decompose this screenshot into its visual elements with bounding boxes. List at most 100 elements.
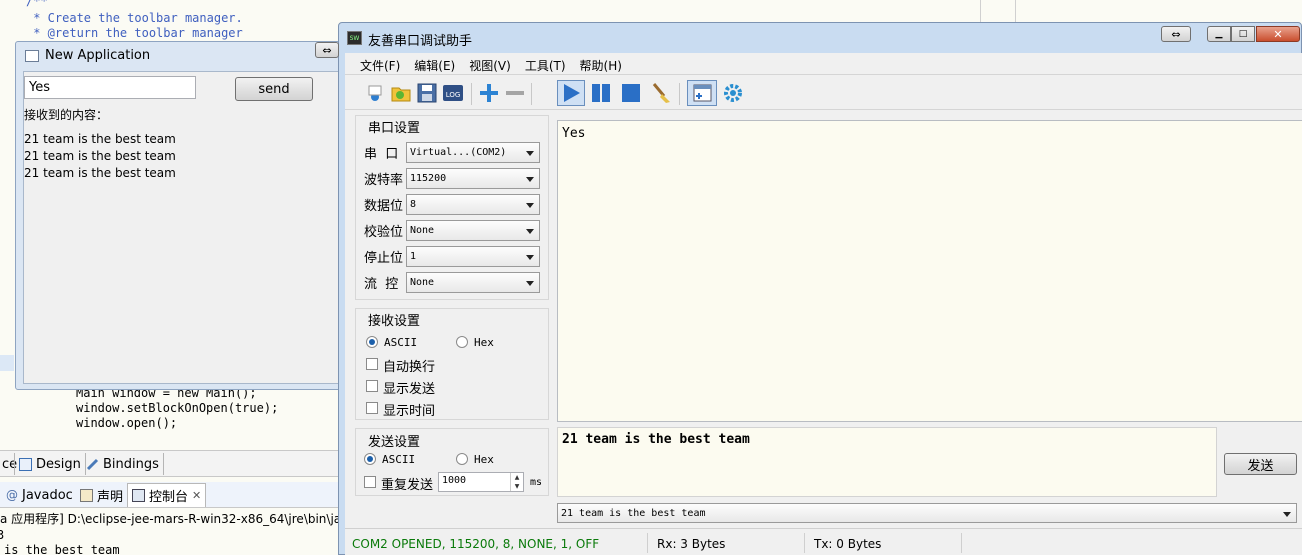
app-icon: SW [347, 31, 362, 45]
divider [1015, 0, 1016, 22]
send-history-select[interactable]: 21 team is the best team [557, 503, 1297, 523]
send-button[interactable]: 发送 [1224, 453, 1297, 475]
menu-edit[interactable]: 编辑(E) [407, 57, 462, 74]
declaration-icon [80, 488, 93, 502]
parity-select[interactable]: None [406, 220, 540, 241]
play-icon[interactable] [557, 80, 585, 106]
tab-console[interactable]: 控制台 ✕ [127, 483, 207, 507]
divider [531, 83, 532, 105]
minimize-icon: ▁ [1215, 29, 1223, 39]
message-input[interactable]: Yes [24, 76, 196, 99]
tx-count: Tx: 0 Bytes [814, 537, 882, 551]
settings-gear-icon[interactable] [721, 81, 745, 105]
group-title: 接收设置 [366, 310, 423, 329]
recv-hex-radio[interactable] [456, 336, 468, 348]
data-bits-label: 数据位 [364, 199, 404, 214]
pause-icon[interactable] [589, 81, 613, 105]
divider [345, 74, 1302, 75]
divider [961, 533, 962, 553]
design-icon [19, 457, 32, 471]
console-output: 3 [0, 528, 5, 542]
swap-icon: ⇔ [322, 43, 332, 57]
minimize-button[interactable]: ▁ [1207, 26, 1231, 42]
send-textarea[interactable]: 21 team is the best team [557, 427, 1217, 497]
received-line: 21 team is the best team [24, 132, 176, 146]
close-button[interactable]: ✕ [1256, 26, 1300, 42]
divider [980, 0, 981, 22]
chevron-down-icon [526, 281, 534, 286]
save-icon[interactable] [415, 81, 439, 105]
stop-bits-select[interactable]: 1 [406, 246, 540, 267]
close-icon[interactable]: ✕ [192, 489, 201, 502]
menu-tools[interactable]: 工具(T) [518, 57, 573, 74]
flow-control-select[interactable]: None [406, 272, 540, 293]
menu-file[interactable]: 文件(F) [353, 57, 407, 74]
tab-bindings[interactable]: Bindings [82, 453, 164, 475]
divider [804, 533, 805, 553]
chevron-down-icon [526, 177, 534, 182]
broom-icon[interactable] [649, 81, 673, 105]
stop-icon[interactable] [619, 81, 643, 105]
window-icon [25, 50, 39, 62]
chevron-down-icon [1283, 512, 1291, 517]
recv-ascii-radio[interactable] [366, 336, 378, 348]
recv-ascii-label: ASCII [384, 336, 418, 349]
baud-select[interactable]: 115200 [406, 168, 540, 189]
auto-wrap-label: 自动换行 [383, 360, 436, 375]
send-hex-label: Hex [474, 453, 494, 466]
receive-settings-group: 接收设置 ASCII Hex 自动换行 显示发送 显示时间 [355, 308, 549, 420]
port-label: 串 口 [364, 147, 399, 162]
serial-assistant-window: SW 友善串口调试助手 ⇔ ▁ □ ✕ 文件(F) 编辑(E) 视图(V) 工具… [338, 22, 1302, 555]
swap-icon: ⇔ [1171, 27, 1181, 41]
restore-layout-button[interactable]: ⇔ [1161, 26, 1191, 42]
tab-declaration[interactable]: 声明 [76, 484, 127, 506]
maximize-button[interactable]: □ [1231, 26, 1255, 42]
send-ascii-label: ASCII [382, 453, 416, 466]
comment-line: * Create the toolbar manager. [26, 11, 243, 25]
show-time-label: 显示时间 [383, 404, 436, 419]
chevron-down-icon [526, 151, 534, 156]
tab-design[interactable]: Design [14, 453, 86, 475]
send-hex-radio[interactable] [456, 453, 468, 465]
client-area: 文件(F) 编辑(E) 视图(V) 工具(T) 帮助(H) LOG 串口设置 串… [345, 53, 1302, 555]
connection-status: COM2 OPENED, 115200, 8, NONE, 1, OFF [352, 537, 600, 551]
show-time-checkbox[interactable] [366, 402, 378, 414]
menu-help[interactable]: 帮助(H) [573, 57, 629, 74]
baud-label: 波特率 [364, 173, 404, 188]
send-button[interactable]: send [235, 77, 313, 101]
add-icon[interactable] [477, 81, 501, 105]
chevron-down-icon [526, 229, 534, 234]
new-window-icon[interactable] [687, 80, 717, 106]
parity-label: 校验位 [364, 225, 404, 240]
remove-icon[interactable] [503, 81, 527, 105]
show-send-checkbox[interactable] [366, 380, 378, 392]
auto-wrap-checkbox[interactable] [366, 358, 378, 370]
repeat-send-checkbox[interactable] [364, 476, 376, 488]
recv-hex-label: Hex [474, 336, 494, 349]
status-bar: COM2 OPENED, 115200, 8, NONE, 1, OFF Rx:… [345, 528, 1302, 555]
javadoc-icon: @ [6, 488, 18, 502]
svg-text:LOG: LOG [446, 91, 461, 99]
restore-layout-button[interactable]: ⇔ [315, 42, 339, 58]
receive-textarea[interactable]: Yes [557, 120, 1302, 422]
show-send-label: 显示发送 [383, 382, 436, 397]
console-path: a 应用程序] D:\eclipse-jee-mars-R-win32-x86_… [0, 512, 338, 526]
group-title: 发送设置 [366, 431, 423, 450]
open-folder-icon[interactable] [389, 81, 413, 105]
new-icon[interactable] [363, 81, 387, 105]
stop-bits-label: 停止位 [364, 251, 404, 266]
received-line: 21 team is the best team [24, 149, 176, 163]
divider [647, 533, 648, 553]
comment-open: /** [26, 0, 48, 8]
design-tab-bar: ce Design Bindings [0, 450, 338, 477]
data-bits-select[interactable]: 8 [406, 194, 540, 215]
send-ascii-radio[interactable] [364, 453, 376, 465]
log-icon[interactable]: LOG [441, 81, 465, 105]
send-settings-group: 发送设置 ASCII Hex 重复发送 1000 ▲ ▼ ms [355, 428, 549, 496]
port-select[interactable]: Virtual...(COM2) [406, 142, 540, 163]
menu-view[interactable]: 视图(V) [462, 57, 518, 74]
maximize-icon: □ [1238, 29, 1248, 39]
spinner-arrows-icon[interactable]: ▲ ▼ [510, 473, 523, 491]
tab-javadoc[interactable]: @ Javadoc [2, 484, 77, 506]
console-icon [132, 489, 145, 502]
